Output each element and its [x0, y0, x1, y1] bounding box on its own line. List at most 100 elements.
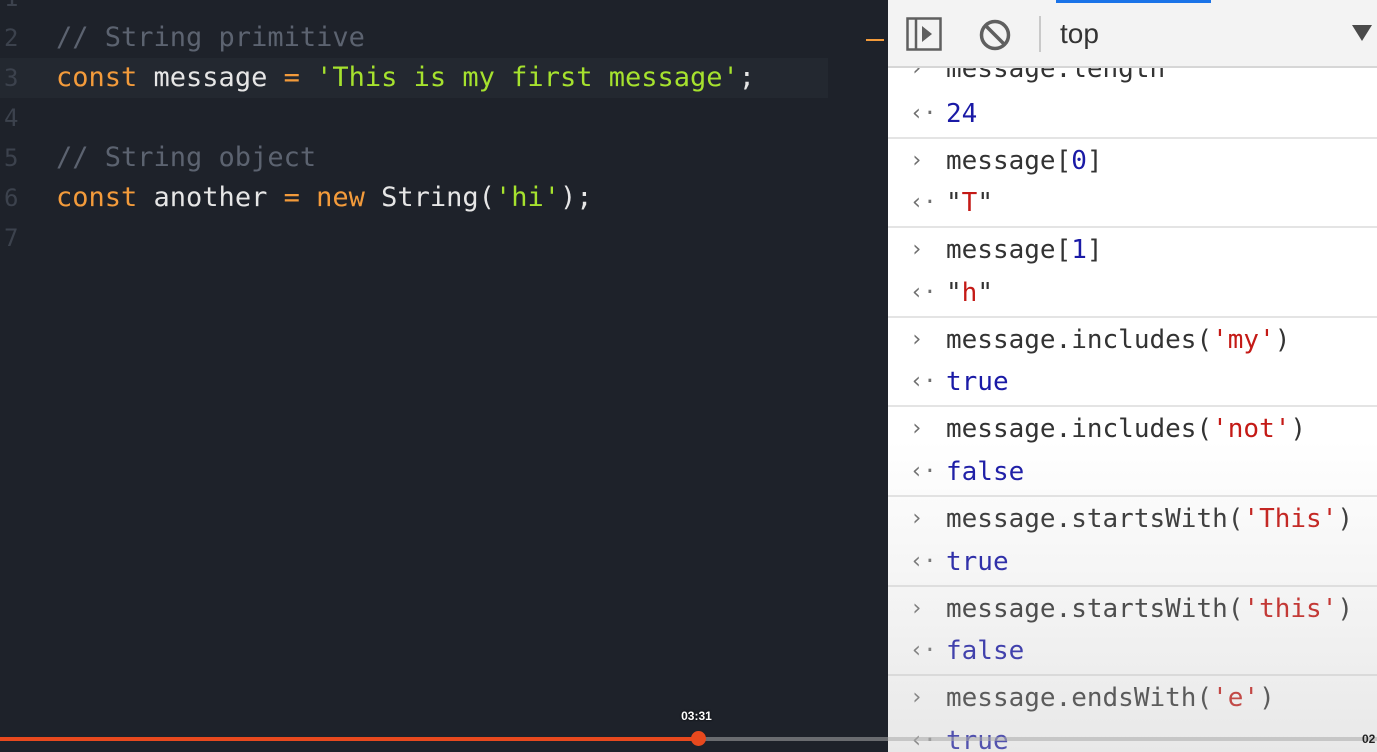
code-line[interactable]: 4: [0, 98, 828, 138]
console-token-code: ): [1337, 504, 1353, 534]
input-chevron-icon: ›: [910, 685, 924, 710]
console-output-row: ‹· "T": [888, 181, 1377, 225]
line-number: 3: [4, 64, 19, 92]
console-token-code: message.startsWith(: [946, 594, 1244, 624]
console-output-row: ‹· false: [888, 629, 1377, 673]
console-result: true: [946, 540, 1009, 584]
console-token-str: 'my': [1212, 325, 1275, 355]
output-arrow-icon: ‹·: [910, 459, 937, 484]
console-token-code: message[: [946, 235, 1072, 265]
code-token-string: 'This is my first message': [299, 62, 739, 93]
code-token-keyword: const: [56, 182, 138, 213]
console-input-row: › message.startsWith('This'): [888, 495, 1377, 541]
input-chevron-icon: ›: [910, 506, 924, 531]
console-toolbar: top: [888, 0, 1377, 68]
code-line[interactable]: 2 // String primitive: [0, 18, 828, 58]
code-token-string: 'hi': [494, 182, 560, 213]
input-chevron-icon: ›: [910, 416, 924, 441]
video-frame: 1 2 // String primitive 3 const message = 'T…: [0, 0, 1377, 752]
code-line[interactable]: 7: [0, 218, 828, 258]
console-token-str: 'not': [1212, 414, 1291, 444]
line-number: 5: [4, 144, 19, 172]
console-token-bool: true: [946, 547, 1009, 577]
console-output-row: ‹· 24: [888, 92, 1377, 136]
console-token-code: ]: [1086, 235, 1103, 265]
console-input-row: › message.includes('not'): [888, 405, 1377, 451]
line-number: 2: [4, 24, 19, 52]
output-arrow-icon: ‹·: [910, 719, 937, 752]
editor-pane-marker: [866, 39, 884, 41]
clear-console-icon[interactable]: [978, 18, 1012, 52]
console-result: true: [946, 360, 1009, 404]
console-result: false: [946, 629, 1024, 673]
console-result: "T": [946, 181, 993, 225]
console-token-code: ]: [1086, 146, 1103, 176]
console-token-code: ): [1259, 683, 1275, 713]
code-line[interactable]: 5 // String object: [0, 138, 828, 178]
console-token-quote: ": [946, 188, 962, 218]
console-token-str: 'e': [1212, 683, 1260, 713]
console-output-row: ‹· true: [888, 540, 1377, 584]
console-command: message.includes('not'): [946, 407, 1306, 451]
console-token-bool: false: [946, 636, 1025, 666]
progress-handle[interactable]: [690, 731, 706, 746]
execution-context-select[interactable]: top: [1060, 14, 1099, 54]
code-editor[interactable]: 1 2 // String primitive 3 const message = 'T…: [0, 0, 888, 752]
code-text: const another = new String('hi');: [56, 178, 592, 218]
code-token-punct: ;: [738, 62, 756, 93]
code-token-op: =: [283, 62, 300, 93]
console-result: false: [946, 450, 1024, 494]
line-number: 6: [4, 184, 19, 212]
line-number: 1: [4, 0, 34, 18]
console-input-row: › message.endsWith('e'): [888, 674, 1377, 720]
code-text: // String primitive: [56, 18, 365, 58]
input-chevron-icon: ›: [910, 596, 924, 621]
console-result: 24: [946, 92, 977, 136]
line-number: 7: [4, 224, 19, 252]
console-command: message.includes('my'): [946, 318, 1290, 362]
code-token-punct: );: [559, 182, 593, 213]
code-line[interactable]: 1: [0, 0, 828, 18]
output-arrow-icon: ‹·: [910, 549, 937, 574]
console-input-row: › message.startsWith('this'): [888, 585, 1377, 631]
console-output-row: ‹· "h": [888, 271, 1377, 315]
console-token-code: message[: [946, 146, 1072, 176]
code-token-ident: another: [137, 182, 284, 213]
output-arrow-icon: ‹·: [910, 638, 937, 663]
output-arrow-icon: ‹·: [910, 369, 937, 394]
console-token-quote: ": [946, 278, 962, 308]
console-token-str: T: [961, 188, 978, 218]
console-token-code: ): [1274, 325, 1291, 355]
input-chevron-icon: ›: [910, 148, 924, 173]
console-input-row: › message[0]: [888, 137, 1377, 183]
console-token-code: message.startsWith(: [946, 504, 1244, 534]
duration-label: 02: [1362, 732, 1376, 746]
console-token-code: message.endsWith(: [946, 683, 1213, 713]
code-token-comment: // String primitive: [56, 22, 365, 53]
console-input-row: › message[1]: [888, 226, 1377, 272]
code-token-keyword: new: [299, 182, 365, 213]
code-token-type: String(: [364, 182, 495, 213]
console-token-str: 'This': [1243, 504, 1338, 534]
current-time-tooltip: 03:31: [681, 709, 712, 723]
output-arrow-icon: ‹·: [910, 280, 937, 305]
console-token-code: ): [1337, 594, 1353, 624]
output-arrow-icon: ‹·: [910, 101, 937, 126]
toolbar-divider: [1039, 16, 1041, 52]
console-token-bool: false: [946, 457, 1025, 487]
console-token-str: 'this': [1243, 594, 1338, 624]
active-tab-indicator: [1056, 0, 1211, 3]
dropdown-arrow-icon[interactable]: [1352, 25, 1372, 41]
progress-fill: [0, 737, 699, 741]
console-result: true: [946, 719, 1009, 752]
console-token-code: ): [1290, 414, 1307, 444]
console-result: "h": [946, 271, 993, 315]
console-token-code: message.includes(: [946, 414, 1213, 444]
devtools-console[interactable]: › message.length ‹· 24 › message[0] ‹· "T" › mess…: [888, 0, 1377, 752]
output-arrow-icon: ‹·: [910, 190, 937, 215]
code-line-active[interactable]: 3 const message = 'This is my first messa…: [0, 58, 828, 98]
sidebar-toggle-icon[interactable]: [906, 17, 942, 51]
code-text: const message = 'This is my first messag…: [56, 58, 755, 98]
code-line[interactable]: 6 const another = new String('hi');: [0, 178, 828, 218]
code-token-keyword: const: [56, 62, 138, 93]
